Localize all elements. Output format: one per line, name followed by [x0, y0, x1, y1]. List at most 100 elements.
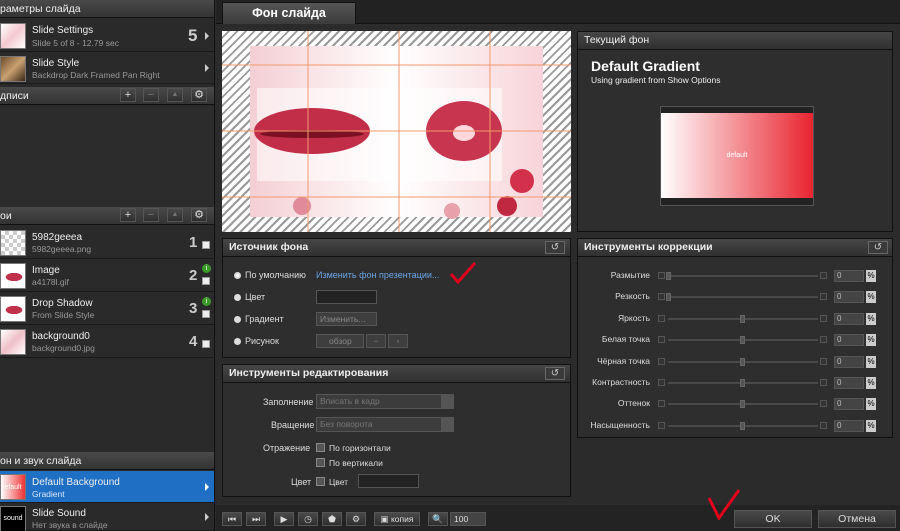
slide-number: 5: [188, 26, 198, 45]
slide-settings-row[interactable]: Slide Settings Slide 5 of 8 - 12.79 sec …: [0, 19, 214, 52]
tint-color-button[interactable]: [358, 474, 419, 488]
layer-row[interactable]: 5982geeea 5982geeea.png 1: [0, 227, 214, 259]
correction-value-input[interactable]: 0: [834, 312, 864, 325]
correction-value-input[interactable]: 0: [834, 398, 864, 411]
slider-min-icon[interactable]: [658, 357, 665, 365]
change-gradient-button[interactable]: Изменить...: [316, 312, 377, 326]
correction-tools-header: Инструменты коррекции: [578, 239, 892, 257]
remove-caption-button[interactable]: −: [143, 88, 159, 102]
layer-gear-icon[interactable]: ⚙: [191, 208, 207, 222]
slide-style-row[interactable]: Slide Style Backdrop Dark Framed Pan Rig…: [0, 53, 214, 84]
last-slide-icon[interactable]: ⏭: [246, 512, 266, 526]
layer-row[interactable]: background0 background0.jpg 4: [0, 326, 214, 358]
settings-icon[interactable]: ⚙: [346, 512, 366, 526]
zoom-icon[interactable]: 🔍: [428, 512, 448, 526]
slider-thumb[interactable]: [740, 400, 745, 409]
ok-button[interactable]: OK: [734, 510, 812, 528]
slide-preview[interactable]: [222, 31, 571, 232]
slider-min-icon[interactable]: [658, 400, 665, 408]
fill-select[interactable]: Вписать в кадр: [316, 394, 454, 409]
chevron-right-icon[interactable]: [205, 64, 209, 72]
change-presentation-bg-link[interactable]: Изменить фон презентации...: [316, 270, 439, 280]
chevron-right-icon[interactable]: [205, 32, 209, 40]
chevron-right-icon[interactable]: [205, 513, 209, 521]
radio-image[interactable]: [234, 338, 241, 345]
slider-min-icon[interactable]: [658, 379, 665, 386]
chevron-right-icon[interactable]: [205, 483, 209, 491]
slider-min-icon[interactable]: [658, 421, 665, 429]
move-caption-button[interactable]: ▲: [167, 88, 183, 102]
info-icon[interactable]: i: [202, 297, 211, 306]
slider-min-icon[interactable]: [658, 293, 665, 301]
reset-icon[interactable]: ↺: [545, 367, 565, 380]
layer-visible-checkbox[interactable]: [202, 310, 210, 318]
remove-image-button[interactable]: −: [366, 334, 386, 348]
zoom-input[interactable]: 100: [450, 512, 486, 526]
slider-max-icon[interactable]: [820, 272, 827, 279]
color-picker-button[interactable]: [316, 290, 377, 304]
slider-thumb[interactable]: [740, 379, 745, 387]
move-layer-button[interactable]: ▲: [167, 208, 183, 222]
caption-gear-icon[interactable]: ⚙: [191, 88, 207, 102]
slide-thumbnail: [0, 23, 26, 49]
layer-thumbnail: [0, 230, 26, 256]
slider-track[interactable]: [668, 275, 818, 277]
correction-value-input[interactable]: 0: [834, 419, 864, 432]
correction-value-input[interactable]: 0: [834, 355, 864, 368]
play-icon[interactable]: ▶: [274, 512, 294, 526]
slider-thumb[interactable]: [740, 421, 745, 430]
slider-max-icon[interactable]: [820, 379, 827, 386]
slider-max-icon[interactable]: [820, 314, 827, 322]
slider-thumb[interactable]: [740, 357, 745, 366]
copy-button[interactable]: ▣ копия: [374, 512, 420, 526]
remove-layer-button[interactable]: −: [143, 208, 159, 222]
add-caption-button[interactable]: +: [120, 88, 136, 102]
slider-max-icon[interactable]: [820, 293, 827, 301]
slider-thumb[interactable]: [666, 293, 671, 302]
horizontal-checkbox[interactable]: [316, 443, 325, 452]
color-checkbox[interactable]: [316, 477, 325, 486]
add-layer-button[interactable]: +: [120, 208, 136, 222]
radio-default[interactable]: [234, 272, 241, 279]
vertical-checkbox[interactable]: [316, 458, 325, 467]
layer-row[interactable]: Image a4178l.gif 2 i: [0, 260, 214, 292]
layer-row[interactable]: Drop Shadow From Slide Style 3 i: [0, 293, 214, 325]
browse-button[interactable]: обзор: [316, 334, 364, 348]
slide-sound-row[interactable]: sound Slide Sound Нет звука в слайде: [0, 504, 214, 531]
shield-icon[interactable]: ⬟: [322, 512, 342, 526]
correction-label: Белая точка: [601, 334, 650, 345]
edit-image-button[interactable]: ▫: [388, 334, 408, 348]
correction-value-input[interactable]: 0: [834, 270, 864, 282]
timer-icon[interactable]: ◷: [298, 512, 318, 526]
slider-track[interactable]: [668, 296, 818, 299]
copy-icon: ▣: [380, 514, 391, 524]
slider-min-icon[interactable]: [658, 336, 665, 344]
slider-min-icon[interactable]: [658, 272, 665, 279]
slider-thumb[interactable]: [740, 314, 745, 323]
cancel-button[interactable]: Отмена: [818, 510, 896, 528]
tab-slide-background[interactable]: Фон слайда: [222, 2, 356, 24]
slider-thumb[interactable]: [740, 336, 745, 345]
slider-max-icon[interactable]: [820, 357, 827, 365]
correction-value-input[interactable]: 0: [834, 291, 864, 304]
radio-gradient[interactable]: [234, 316, 241, 323]
slider-max-icon[interactable]: [820, 336, 827, 344]
layer-visible-checkbox[interactable]: [202, 277, 210, 285]
correction-value-input[interactable]: 0: [834, 334, 864, 347]
background-source-header: Источник фона: [223, 239, 570, 257]
slider-min-icon[interactable]: [658, 314, 665, 322]
info-icon[interactable]: i: [202, 264, 211, 273]
reset-icon[interactable]: ↺: [868, 241, 888, 254]
correction-value-input[interactable]: 0: [834, 377, 864, 389]
slider-max-icon[interactable]: [820, 400, 827, 408]
reset-icon[interactable]: ↺: [545, 241, 565, 254]
layer-visible-checkbox[interactable]: [202, 241, 210, 249]
radio-color[interactable]: [234, 294, 241, 301]
background-source-panel: Источник фона ↺ По умолчанию Изменить фо…: [222, 238, 571, 358]
default-background-row[interactable]: efault Default Background Gradient: [0, 471, 214, 503]
rotation-select[interactable]: Без поворота: [316, 417, 454, 432]
layer-visible-checkbox[interactable]: [202, 340, 210, 348]
slider-max-icon[interactable]: [820, 421, 827, 429]
slider-thumb[interactable]: [666, 272, 671, 280]
first-slide-icon[interactable]: ⏮: [222, 512, 242, 526]
